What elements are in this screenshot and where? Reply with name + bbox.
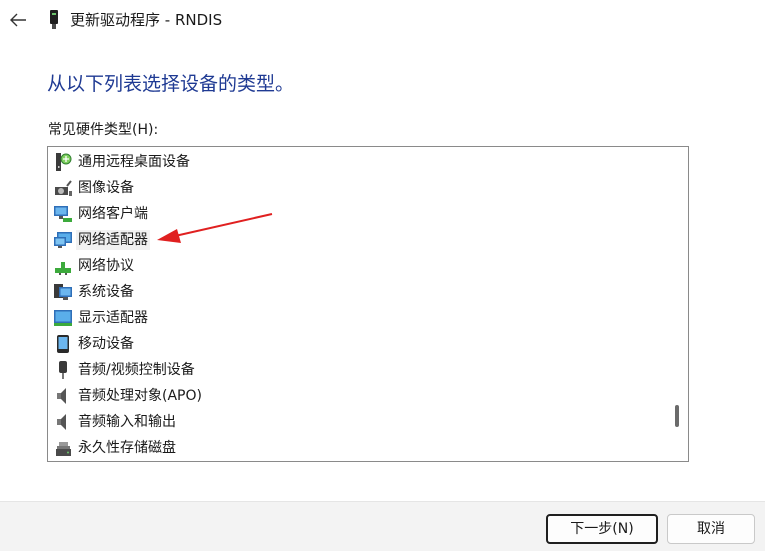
back-button[interactable] [4,6,32,34]
storage-disk-icon [56,442,71,456]
speaker-icon [57,414,66,430]
list-item[interactable]: 音频处理对象(APO) [53,384,553,408]
remote-desktop-icon [56,153,72,171]
arrow-left-icon [10,13,26,27]
list-item[interactable]: 移动设备 [53,332,553,356]
list-item[interactable]: 网络协议 [53,254,553,278]
list-item-label: 音频处理对象(APO) [78,388,202,404]
list-item-label: 网络适配器 [76,230,150,250]
list-item-label: 显示适配器 [78,310,148,326]
av-control-icon [59,361,67,379]
list-item-label: 通用远程桌面设备 [78,154,190,170]
list-item[interactable]: 音频/视频控制设备 [53,358,553,382]
network-client-icon [54,206,72,222]
list-item-label: 网络客户端 [78,206,148,222]
list-item-label: 永久性存储磁盘 [78,440,176,456]
list-item-label: 系统设备 [78,284,134,300]
list-item[interactable]: 永久性存储磁盘 [53,436,553,460]
mobile-device-icon [57,335,69,353]
list-item[interactable]: 系统设备 [53,280,553,304]
list-item[interactable]: 通用远程桌面设备 [53,150,553,174]
footer-bar: 下一步(N) 取消 [0,501,765,551]
list-item-label: 移动设备 [78,336,134,352]
next-button[interactable]: 下一步(N) [546,514,658,544]
list-item-label: 网络协议 [78,258,134,274]
list-item[interactable]: 音频输入和输出 [53,410,553,434]
hardware-type-list[interactable]: 通用远程桌面设备 图像设备 网络客户端 网络适配器 网络协议 系统设备 显示适配… [47,146,689,462]
scrollbar-thumb[interactable] [675,405,679,427]
usb-device-icon [50,10,58,29]
list-item[interactable]: 显示适配器 [53,306,553,330]
window-title: 更新驱动程序 - RNDIS [70,11,223,29]
speaker-icon [57,388,66,404]
network-protocol-icon [55,262,71,275]
list-item-label: 音频输入和输出 [78,414,176,430]
camera-icon [55,180,72,196]
list-item[interactable]: 网络客户端 [53,202,553,226]
list-item[interactable]: 图像设备 [53,176,553,200]
page-heading: 从以下列表选择设备的类型。 [47,73,295,95]
list-item[interactable]: 网络适配器 [53,228,553,252]
hardware-type-label: 常见硬件类型(H): [48,122,159,138]
display-adapter-icon [54,310,72,326]
cancel-button[interactable]: 取消 [667,514,755,544]
network-adapter-icon [54,232,72,248]
system-device-icon [54,284,72,300]
list-item-label: 图像设备 [78,180,134,196]
list-item-label: 音频/视频控制设备 [78,362,195,378]
